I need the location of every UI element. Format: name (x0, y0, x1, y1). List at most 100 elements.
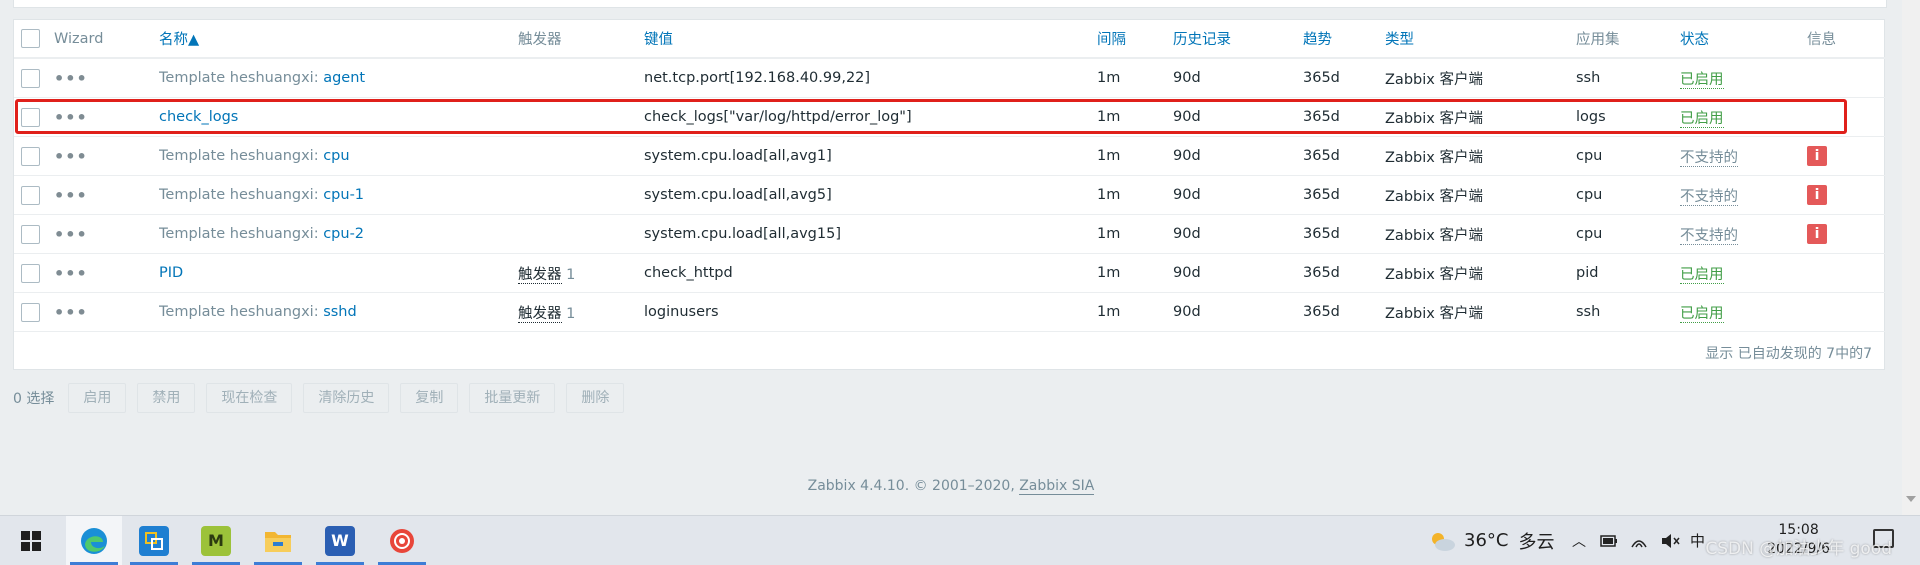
table-row: ••• PID 触发器 1 check_httpd 1m 90d 365d Zabbix 客户… (14, 253, 1886, 293)
col-info: 信息 (1807, 20, 1886, 59)
status-toggle-link[interactable]: 已启用 (1680, 305, 1724, 323)
status-toggle-link[interactable]: 已启用 (1680, 266, 1724, 284)
col-history-sort[interactable]: 历史记录 (1173, 32, 1231, 48)
item-wizard-menu-icon[interactable]: ••• (54, 264, 88, 283)
table-header-row: Wizard 名称▲ 触发器 键值 间隔 历史记录 趋势 类型 应用集 状态 信… (14, 20, 1886, 59)
taskbar-edge[interactable] (66, 516, 122, 565)
item-name-link[interactable]: cpu-2 (323, 226, 364, 242)
scroll-down-arrow-icon[interactable] (1906, 496, 1916, 502)
check-now-button[interactable]: 现在检查 (206, 383, 293, 413)
item-type: Zabbix 客户端 (1385, 292, 1576, 332)
template-link[interactable]: Template heshuangxi: (159, 304, 323, 320)
battery-icon[interactable] (1600, 534, 1618, 548)
item-wizard-menu-icon[interactable]: ••• (54, 108, 88, 127)
row-checkbox[interactable] (21, 146, 40, 166)
item-name-link[interactable]: sshd (323, 304, 357, 320)
item-name-link[interactable]: cpu (323, 148, 349, 164)
item-type: Zabbix 客户端 (1385, 97, 1576, 137)
info-error-icon[interactable]: i (1807, 146, 1827, 166)
template-link[interactable]: Template heshuangxi: (159, 148, 323, 164)
item-wizard-menu-icon[interactable]: ••• (54, 69, 88, 88)
item-name-link[interactable]: agent (323, 70, 365, 86)
taskbar-network-app[interactable] (126, 516, 182, 565)
col-key-sort[interactable]: 键值 (644, 32, 673, 48)
col-type-sort[interactable]: 类型 (1385, 32, 1414, 48)
select-all-checkbox[interactable] (21, 29, 40, 48)
item-wizard-menu-icon[interactable]: ••• (54, 225, 88, 244)
delete-button[interactable]: 删除 (566, 383, 625, 413)
mass-update-button[interactable]: 批量更新 (469, 383, 556, 413)
taskbar-file-explorer[interactable] (250, 516, 306, 565)
item-interval: 1m (1097, 292, 1173, 332)
start-button[interactable] (3, 516, 59, 565)
disable-button[interactable]: 禁用 (137, 383, 196, 413)
col-status-sort[interactable]: 状态 (1680, 32, 1709, 48)
page-scrollbar[interactable] (1902, 0, 1920, 515)
row-checkbox[interactable] (21, 263, 40, 283)
page-footer: Zabbix 4.4.10. © 2001–2020, Zabbix SIA (0, 478, 1902, 495)
col-name-sort[interactable]: 名称▲ (159, 32, 199, 48)
status-toggle-link[interactable]: 不支持的 (1680, 188, 1738, 206)
item-name-link[interactable]: cpu-1 (323, 187, 364, 203)
item-interval: 1m (1097, 253, 1173, 293)
row-checkbox[interactable] (21, 107, 40, 127)
status-toggle-link[interactable]: 已启用 (1680, 110, 1724, 128)
row-checkbox[interactable] (21, 302, 40, 322)
item-type: Zabbix 客户端 (1385, 214, 1576, 254)
copy-button[interactable]: 复制 (400, 383, 459, 413)
item-application: cpu (1576, 136, 1680, 176)
status-toggle-link[interactable]: 已启用 (1680, 71, 1724, 89)
selected-count: 0 选择 (13, 391, 55, 407)
weather-desc: 多云 (1518, 531, 1555, 553)
triggers-link[interactable]: 触发器 (518, 266, 562, 284)
triggers-count: 1 (566, 266, 576, 283)
col-interval-sort[interactable]: 间隔 (1097, 32, 1126, 48)
item-name-link[interactable]: check_logs (159, 109, 238, 125)
taskbar-m-app[interactable]: M (188, 516, 244, 565)
enable-button[interactable]: 启用 (68, 383, 127, 413)
row-checkbox[interactable] (21, 224, 40, 244)
col-trends-sort[interactable]: 趋势 (1303, 32, 1332, 48)
status-toggle-link[interactable]: 不支持的 (1680, 149, 1738, 167)
item-type: Zabbix 客户端 (1385, 253, 1576, 293)
chevron-up-icon[interactable]: ︿ (1572, 531, 1586, 551)
template-link[interactable]: Template heshuangxi: (159, 187, 323, 203)
zabbix-sia-link[interactable]: Zabbix SIA (1019, 478, 1095, 495)
item-type: Zabbix 客户端 (1385, 175, 1576, 215)
table-row: ••• Template heshuangxi: sshd 触发器 1 loginus… (14, 292, 1886, 332)
item-wizard-menu-icon[interactable]: ••• (54, 303, 88, 322)
row-checkbox[interactable] (21, 68, 40, 88)
col-triggers: 触发器 (518, 20, 644, 59)
clear-history-button[interactable]: 清除历史 (303, 383, 390, 413)
taskbar-snail-app[interactable] (374, 516, 430, 565)
item-wizard-menu-icon[interactable]: ••• (54, 147, 88, 166)
info-error-icon[interactable]: i (1807, 224, 1827, 244)
item-name-link[interactable]: PID (159, 265, 183, 281)
row-checkbox[interactable] (21, 185, 40, 205)
ime-icon[interactable]: 中 (1690, 530, 1705, 551)
taskbar-word[interactable]: W (312, 516, 368, 565)
table-summary: 显示 已自动发现的 7中的7 (1705, 346, 1872, 362)
speaker-muted-icon[interactable] (1660, 533, 1680, 549)
triggers-link[interactable]: 触发器 (518, 305, 562, 323)
template-link[interactable]: Template heshuangxi: (159, 226, 323, 242)
weather-widget[interactable]: 36°C 多云 (1428, 516, 1554, 565)
item-wizard-menu-icon[interactable]: ••• (54, 186, 88, 205)
item-key: system.cpu.load[all,avg1] (644, 136, 1097, 176)
weather-temp: 36°C (1464, 530, 1509, 551)
item-application: cpu (1576, 214, 1680, 254)
wifi-icon[interactable] (1630, 533, 1648, 549)
previous-panel-edge (13, 0, 1887, 8)
item-key: loginusers (644, 292, 1097, 332)
item-history: 90d (1173, 136, 1303, 176)
item-trends: 365d (1303, 136, 1385, 176)
status-toggle-link[interactable]: 不支持的 (1680, 227, 1738, 245)
item-interval: 1m (1097, 175, 1173, 215)
item-application: ssh (1576, 58, 1680, 98)
item-history: 90d (1173, 175, 1303, 215)
network-app-icon (139, 525, 169, 556)
template-link[interactable]: Template heshuangxi: (159, 70, 323, 86)
item-history: 90d (1173, 253, 1303, 293)
item-interval: 1m (1097, 58, 1173, 98)
info-error-icon[interactable]: i (1807, 185, 1827, 205)
